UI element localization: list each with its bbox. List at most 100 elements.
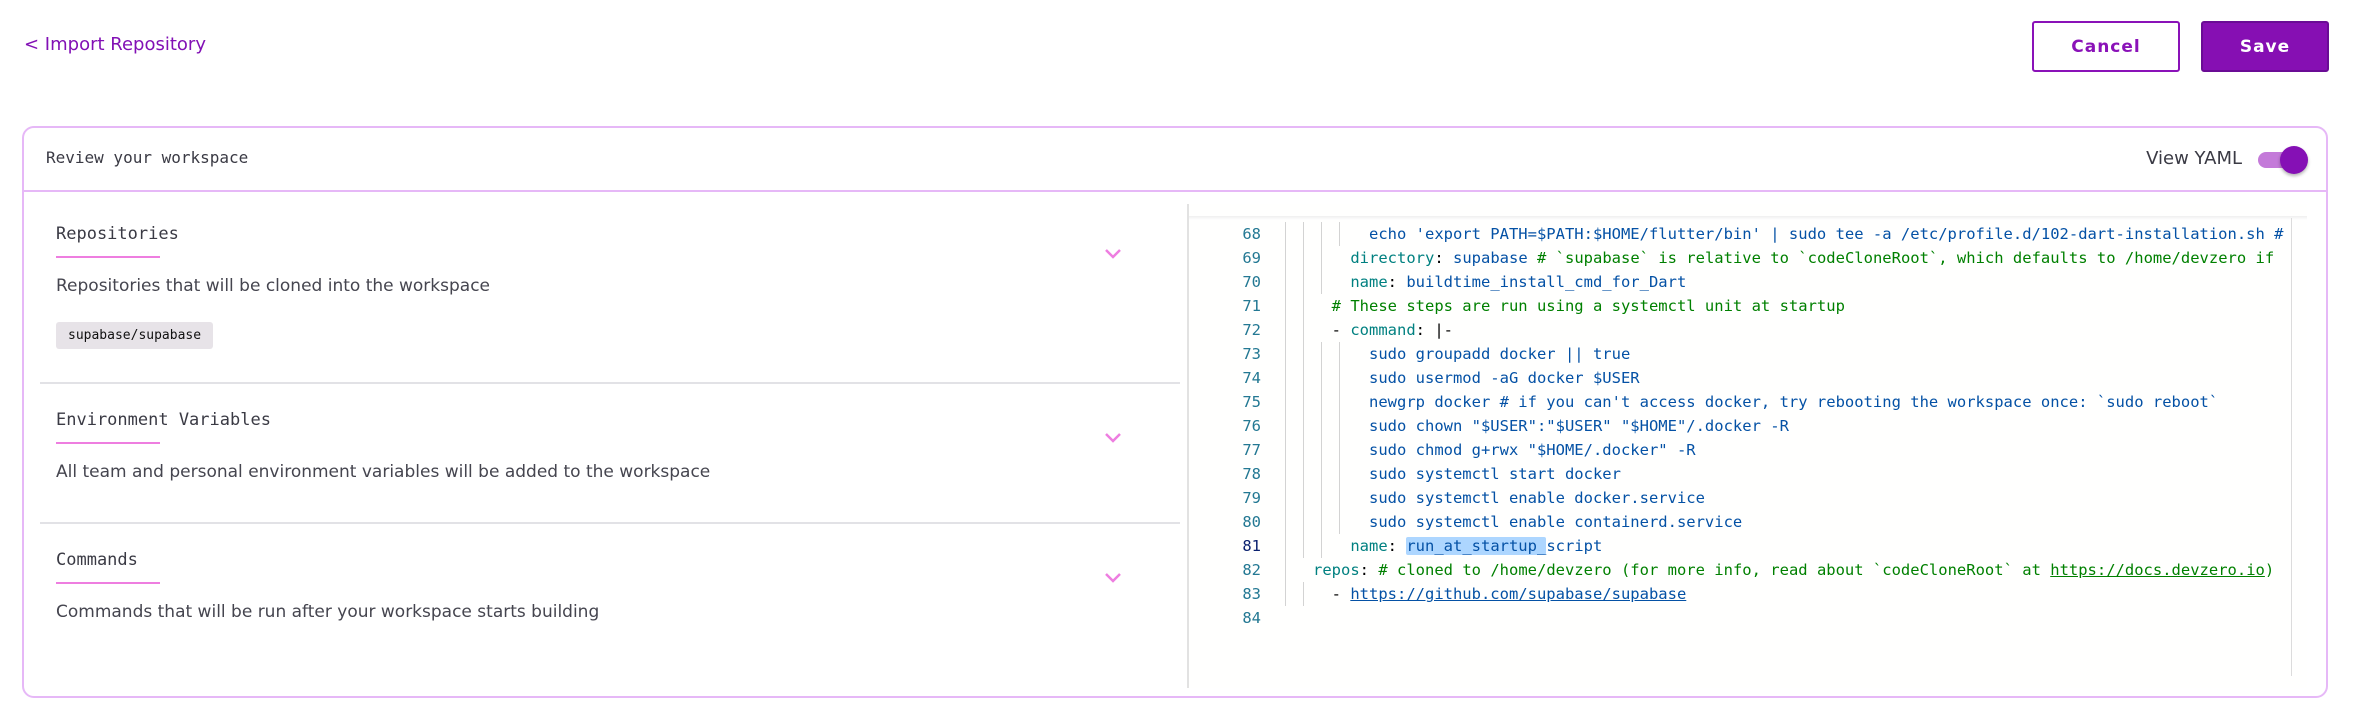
indent-guide [1285, 462, 1286, 486]
code-link[interactable]: https://docs.devzero.io [2050, 561, 2265, 579]
indent-guide [1285, 222, 1286, 246]
chevron-down-icon[interactable] [1104, 572, 1122, 584]
indent-guide [1303, 462, 1304, 486]
code-line[interactable]: 79 sudo systemctl enable docker.service [1189, 486, 2291, 510]
line-number: 81 [1242, 537, 1261, 555]
indent-guide [1303, 486, 1304, 510]
indent-guide [1285, 318, 1286, 342]
section-title: Repositories [56, 224, 179, 244]
code-line[interactable]: 76 sudo chown "$USER":"$USER" "$HOME"/.d… [1189, 414, 2291, 438]
code-line[interactable]: 69 directory: supabase # `supabase` is r… [1189, 246, 2291, 270]
code-line[interactable]: 71 # These steps are run using a systemc… [1189, 294, 2291, 318]
line-number: 70 [1242, 273, 1261, 291]
indent-guide [1303, 582, 1304, 606]
code-token: buildtime_install_cmd_for_Dart [1406, 273, 1687, 291]
chevron-down-icon[interactable] [1104, 248, 1122, 260]
code-link[interactable]: https://github.com/supabase/supabase [1350, 585, 1686, 603]
code-token: : |- [1415, 321, 1453, 339]
indent-guide [1303, 414, 1304, 438]
code-token: newgrp docker # if you can't access dock… [1313, 393, 2219, 411]
view-yaml-toggle[interactable] [2256, 146, 2308, 174]
cancel-button[interactable]: Cancel [2032, 21, 2180, 72]
code-line[interactable]: 81 name: run_at_startup_script [1189, 534, 2291, 558]
line-content: directory: supabase # `supabase` is rela… [1313, 246, 2274, 270]
line-number: 78 [1242, 465, 1261, 483]
code-token: : [1387, 273, 1407, 291]
line-number: 82 [1242, 561, 1261, 579]
section-description: All team and personal environment variab… [56, 462, 711, 482]
code-token: : [1359, 561, 1379, 579]
summary-pane: Repositories Repositories that will be c… [40, 194, 1180, 694]
line-number: 68 [1242, 225, 1261, 243]
indent-guide [1285, 342, 1286, 366]
save-button[interactable]: Save [2201, 21, 2329, 72]
line-content: name: buildtime_install_cmd_for_Dart [1313, 270, 1686, 294]
code-token: sudo systemctl start docker [1313, 465, 1621, 483]
code-line[interactable]: 83 - https://github.com/supabase/supabas… [1189, 582, 2291, 606]
selected-text: run_at_startup_ [1406, 537, 1547, 555]
code-token: # These steps are run using a systemctl … [1313, 297, 1845, 315]
code-token: echo 'export PATH=$PATH:$HOME/flutter/bi… [1313, 225, 2284, 243]
card-header: Review your workspace View YAML [24, 128, 2326, 192]
chevron-down-icon[interactable] [1104, 432, 1122, 444]
line-number: 76 [1242, 417, 1261, 435]
back-to-import-repository-link[interactable]: < Import Repository [24, 34, 206, 55]
code-lines[interactable]: 68 echo 'export PATH=$PATH:$HOME/flutter… [1189, 222, 2291, 630]
code-token: : [1387, 537, 1407, 555]
line-number: 73 [1242, 345, 1261, 363]
code-token: sudo chmod g+rwx "$HOME/.docker" -R [1313, 441, 1696, 459]
line-content: sudo systemctl start docker [1313, 462, 1621, 486]
section-repositories[interactable]: Repositories Repositories that will be c… [40, 194, 1180, 384]
line-content: repos: # cloned to /home/devzero (for mo… [1313, 558, 2274, 582]
code-token: sudo chown "$USER":"$USER" "$HOME"/.dock… [1313, 417, 1789, 435]
code-token: : [1434, 249, 1453, 267]
line-content: sudo groupadd docker || true [1313, 342, 1630, 366]
indent-guide [1303, 366, 1304, 390]
code-line[interactable]: 72 - command: |- [1189, 318, 2291, 342]
line-content: sudo systemctl enable containerd.service [1313, 510, 1742, 534]
line-content: sudo systemctl enable docker.service [1313, 486, 1705, 510]
section-title: Environment Variables [56, 410, 271, 430]
line-content: newgrp docker # if you can't access dock… [1313, 390, 2218, 414]
line-number: 83 [1242, 585, 1261, 603]
line-content: sudo usermod -aG docker $USER [1313, 366, 1640, 390]
line-number: 77 [1242, 441, 1261, 459]
indent-guide [1303, 294, 1304, 318]
yaml-editor[interactable]: 68 echo 'export PATH=$PATH:$HOME/flutter… [1187, 204, 2307, 688]
editor-ruler [2291, 218, 2292, 676]
code-line[interactable]: 68 echo 'export PATH=$PATH:$HOME/flutter… [1189, 222, 2291, 246]
code-token: # `supabase` is relative to `codeCloneRo… [1537, 249, 2275, 267]
section-environment-variables[interactable]: Environment Variables All team and perso… [40, 384, 1180, 524]
view-yaml-label: View YAML [2146, 148, 2242, 169]
code-token: directory [1313, 249, 1435, 267]
code-token: sudo systemctl enable docker.service [1313, 489, 1705, 507]
code-line[interactable]: 82 repos: # cloned to /home/devzero (for … [1189, 558, 2291, 582]
review-workspace-card: Review your workspace View YAML Reposito… [22, 126, 2328, 698]
code-line[interactable]: 70 name: buildtime_install_cmd_for_Dart [1189, 270, 2291, 294]
card-title: Review your workspace [46, 148, 249, 167]
section-description: Repositories that will be cloned into th… [56, 276, 491, 296]
indent-guide [1303, 438, 1304, 462]
section-underline [56, 582, 160, 584]
code-line[interactable]: 78 sudo systemctl start docker [1189, 462, 2291, 486]
code-token: # cloned to /home/devzero (for more info… [1378, 561, 2051, 579]
line-number: 75 [1242, 393, 1261, 411]
line-number: 69 [1242, 249, 1261, 267]
section-commands[interactable]: Commands Commands that will be run after… [40, 524, 1180, 664]
code-line[interactable]: 74 sudo usermod -aG docker $USER [1189, 366, 2291, 390]
indent-guide [1285, 366, 1286, 390]
code-token: name [1313, 537, 1388, 555]
line-number: 84 [1242, 609, 1261, 627]
code-token: name [1313, 273, 1388, 291]
code-line[interactable]: 77 sudo chmod g+rwx "$HOME/.docker" -R [1189, 438, 2291, 462]
line-content: echo 'export PATH=$PATH:$HOME/flutter/bi… [1313, 222, 2284, 246]
code-line[interactable]: 75 newgrp docker # if you can't access d… [1189, 390, 2291, 414]
indent-guide [1303, 318, 1304, 342]
section-description: Commands that will be run after your wor… [56, 602, 600, 622]
line-content: name: run_at_startup_script [1313, 534, 1602, 558]
code-token: repos [1313, 561, 1360, 579]
code-line[interactable]: 73 sudo groupadd docker || true [1189, 342, 2291, 366]
code-line[interactable]: 80 sudo systemctl enable containerd.serv… [1189, 510, 2291, 534]
code-token: ) [2264, 561, 2275, 579]
code-line[interactable]: 84 [1189, 606, 2291, 630]
